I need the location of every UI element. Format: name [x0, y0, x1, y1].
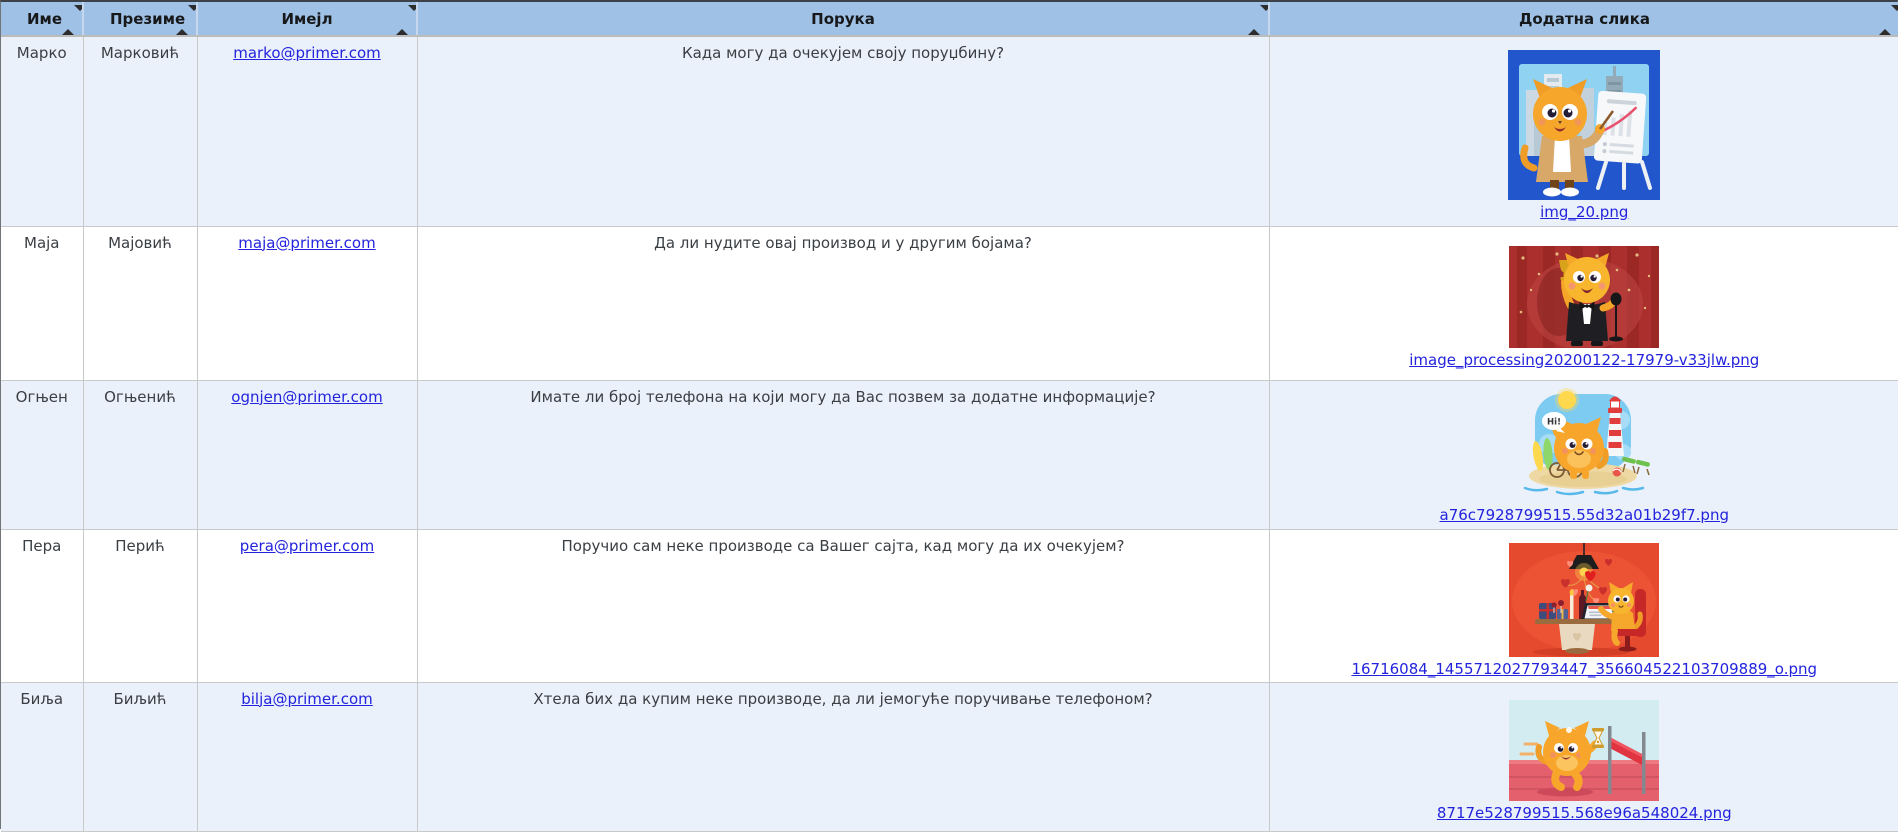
cell-first-name: Марко — [1, 36, 84, 227]
column-header-last-name[interactable]: Презиме — [83, 2, 198, 37]
column-header-label: Порука — [811, 9, 875, 28]
cell-attachment: Hi! a76c7928799515.55d32a01b29f7.png — [1269, 380, 1898, 530]
contact-messages-page: Име Презиме Имејл Порука Додатна слика М… — [0, 0, 1898, 832]
sort-icon — [62, 4, 81, 34]
cell-last-name: Мајовић — [83, 226, 198, 381]
cat-finish-line-illustration — [1276, 699, 1894, 801]
cell-email: bilja@primer.com — [197, 682, 418, 832]
cell-message: Да ли нудите овај производ и у другим бо… — [417, 226, 1270, 381]
sort-icon — [1248, 4, 1267, 34]
messages-table: Име Презиме Имејл Порука Додатна слика М… — [1, 2, 1898, 832]
attachment-filename-link[interactable]: 16716084_1455712027793447_35660452210370… — [1351, 660, 1817, 678]
column-header-message[interactable]: Порука — [417, 2, 1270, 37]
cell-first-name: Маја — [1, 226, 84, 381]
cell-first-name: Огњен — [1, 380, 84, 530]
cell-attachment: image_processing20200122-17979-v33jlw.pn… — [1269, 226, 1898, 381]
column-header-label: Имејл — [281, 9, 333, 28]
cell-attachment: 8717e528799515.568e96a548024.png — [1269, 682, 1898, 832]
table-header-row: Име Презиме Имејл Порука Додатна слика — [1, 2, 1898, 37]
attachment-filename-link[interactable]: 8717e528799515.568e96a548024.png — [1437, 804, 1732, 822]
email-link[interactable]: pera@primer.com — [240, 537, 374, 555]
column-header-extra-image[interactable]: Додатна слика — [1269, 2, 1898, 37]
cell-last-name: Биљић — [83, 682, 198, 832]
cell-last-name: Перић — [83, 529, 198, 683]
table-row: Марко Марковић marko@primer.com Када мог… — [1, 36, 1898, 227]
cell-first-name: Пера — [1, 529, 84, 683]
speech-bubble-text: Hi! — [1547, 417, 1561, 427]
cell-message: Када могу да очекујем своју поруџбину? — [417, 36, 1270, 227]
cat-presentation-illustration — [1276, 50, 1894, 200]
sort-icon — [396, 4, 415, 34]
sort-icon — [1879, 4, 1898, 34]
cat-beach-lighthouse-illustration: Hi! — [1276, 387, 1894, 503]
table-row: Пера Перић pera@primer.com Поручио сам н… — [1, 529, 1898, 683]
cell-email: ognjen@primer.com — [197, 380, 418, 530]
column-header-label: Додатна слика — [1519, 9, 1650, 28]
cell-first-name: Биља — [1, 682, 84, 832]
cell-attachment: img_20.png — [1269, 36, 1898, 227]
column-header-first-name[interactable]: Име — [1, 2, 84, 37]
cell-last-name: Марковић — [83, 36, 198, 227]
cat-award-stage-illustration — [1276, 245, 1894, 348]
email-link[interactable]: bilja@primer.com — [241, 690, 373, 708]
cell-email: marko@primer.com — [197, 36, 418, 227]
attachment-filename-link[interactable]: img_20.png — [1540, 203, 1628, 221]
cell-email: pera@primer.com — [197, 529, 418, 683]
cell-message: Имате ли број телефона на који могу да В… — [417, 380, 1270, 530]
sort-icon — [176, 4, 195, 34]
column-header-label: Име — [27, 9, 62, 28]
email-link[interactable]: marko@primer.com — [233, 44, 381, 62]
attachment-filename-link[interactable]: image_processing20200122-17979-v33jlw.pn… — [1409, 351, 1759, 369]
column-header-label: Презиме — [110, 9, 186, 28]
email-link[interactable]: maja@primer.com — [238, 234, 375, 252]
table-row: Биља Биљић bilja@primer.com Хтела бих да… — [1, 682, 1898, 832]
column-header-email[interactable]: Имејл — [197, 2, 418, 37]
cell-message: Поручио сам неке производе са Вашег сајт… — [417, 529, 1270, 683]
cell-message: Хтела бих да купим неке производе, да ли… — [417, 682, 1270, 832]
cell-attachment: 16716084_1455712027793447_35660452210370… — [1269, 529, 1898, 683]
table-row: Огњен Огњенић ognjen@primer.com Имате ли… — [1, 380, 1898, 530]
table-row: Маја Мајовић maja@primer.com Да ли нудит… — [1, 226, 1898, 381]
email-link[interactable]: ognjen@primer.com — [231, 388, 382, 406]
attachment-filename-link[interactable]: a76c7928799515.55d32a01b29f7.png — [1440, 506, 1729, 524]
cell-email: maja@primer.com — [197, 226, 418, 381]
cat-valentine-desk-illustration — [1276, 542, 1894, 657]
cell-last-name: Огњенић — [83, 380, 198, 530]
